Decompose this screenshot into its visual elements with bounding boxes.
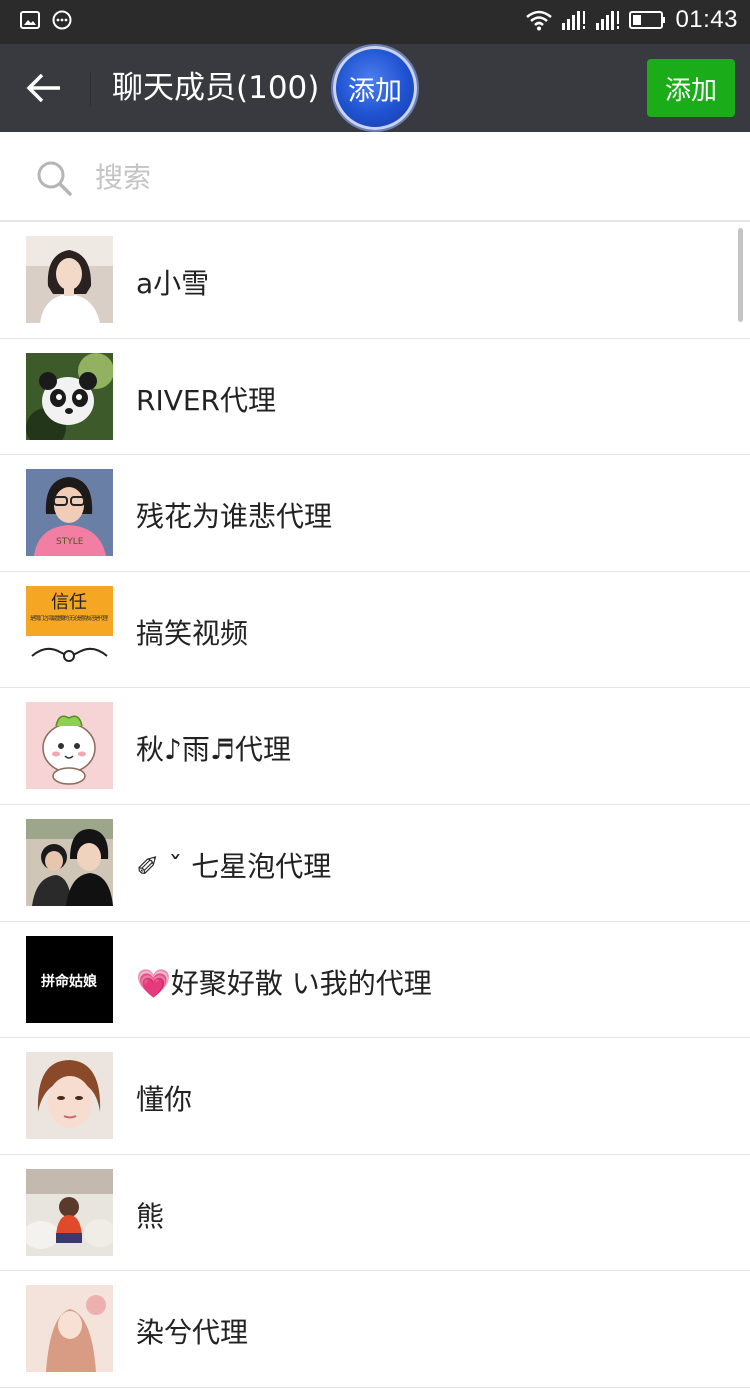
battery-icon [629, 11, 666, 29]
list-item[interactable]: ✐ ˇ 七星泡代理 [0, 804, 750, 922]
list-item[interactable]: 懂你 [0, 1038, 750, 1155]
avatar-black-text: 拼命姑娘 [41, 973, 98, 990]
avatar: 信任 是我们之间最重要的 无论是朋友还是代理 [26, 585, 113, 673]
avatar [26, 1168, 113, 1256]
avatar [26, 236, 113, 323]
avatar [26, 818, 113, 906]
status-bar: 01:43 [0, 0, 750, 44]
toolbar: 聊天成员(100) 添加 添加 [0, 44, 750, 132]
member-name: 熊 [136, 1199, 165, 1233]
member-name: 秋♪雨♬代理 [136, 733, 291, 767]
header-divider [90, 72, 91, 106]
member-name: 💗好聚好散 い我的代理 [136, 966, 432, 1000]
clock-time: 01:43 [675, 6, 738, 33]
page-title: 聊天成员(100) [112, 70, 320, 106]
message-icon [52, 10, 72, 30]
add-member-button[interactable]: 添加 [647, 59, 735, 117]
avatar: STYLE [26, 469, 113, 557]
list-item[interactable]: 染兮代理 [0, 1271, 750, 1388]
signal-icon [596, 11, 620, 30]
search-icon [37, 161, 72, 196]
list-item[interactable]: RIVER代理 [0, 338, 750, 456]
list-item[interactable]: STYLE 残花为谁悲代理 [0, 455, 750, 572]
avatar [26, 1285, 113, 1373]
image-icon [20, 11, 40, 29]
list-item[interactable]: a小雪 [0, 222, 750, 339]
member-list: a小雪 RIVER代理 STYLE 残花为谁悲代理 信任 是我们之间最重要的 无… [0, 222, 750, 1388]
member-name: RIVER代理 [136, 383, 277, 417]
back-arrow-icon[interactable] [22, 66, 66, 110]
wifi-icon [526, 10, 553, 31]
avatar [26, 1052, 113, 1140]
signal-icon [562, 11, 586, 30]
floating-add-bubble[interactable]: 添加 [333, 46, 417, 130]
list-item[interactable]: 熊 [0, 1154, 750, 1272]
member-name: 染兮代理 [136, 1316, 249, 1350]
member-name: a小雪 [136, 267, 210, 300]
avatar-trust-sub: 是我们之间最重要的 无论是朋友还是代理 [30, 614, 108, 622]
member-name: ✐ ˇ 七星泡代理 [136, 849, 332, 883]
member-name: 懂你 [136, 1083, 193, 1117]
avatar [26, 352, 113, 440]
search-input[interactable] [95, 156, 695, 198]
list-item[interactable]: 秋♪雨♬代理 [0, 688, 750, 805]
list-item[interactable]: 信任 是我们之间最重要的 无论是朋友还是代理 搞笑视频 [0, 571, 750, 689]
member-name: 残花为谁悲代理 [136, 500, 333, 534]
svg-text:STYLE: STYLE [56, 537, 84, 547]
avatar-trust-title: 信任 [51, 592, 87, 613]
member-name: 搞笑视频 [136, 616, 249, 650]
scrollbar[interactable] [738, 228, 743, 322]
list-item[interactable]: 拼命姑娘 💗好聚好散 い我的代理 [0, 921, 750, 1039]
avatar: 拼命姑娘 [26, 935, 113, 1023]
search-bar [0, 132, 750, 222]
avatar [26, 702, 113, 790]
